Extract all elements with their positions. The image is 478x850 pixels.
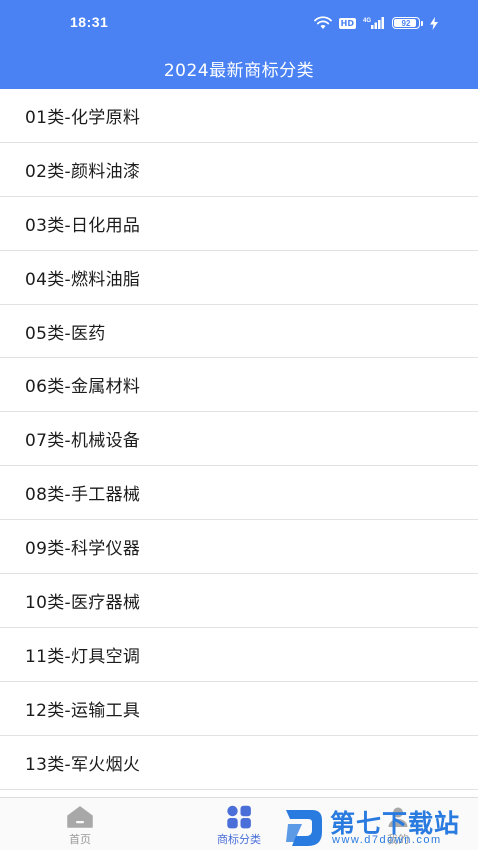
list-item[interactable]: 12类-运输工具	[0, 682, 478, 736]
tab-home[interactable]: 首页	[20, 798, 140, 850]
tab-home-label: 首页	[69, 833, 91, 846]
watermark-url: www.d7down.com	[332, 834, 442, 846]
list-item[interactable]: 09类-科学仪器	[0, 520, 478, 575]
page-title: 2024最新商标分类	[163, 61, 315, 81]
app-header: 18:31 HD 4G 92 2024最新商标分类	[0, 0, 478, 89]
list-item[interactable]: 04类-燃料油脂	[0, 251, 478, 305]
list-item-label: 03类-日化用品	[25, 215, 141, 236]
signal-icon: 4G	[363, 16, 385, 30]
status-time: 18:31	[70, 14, 109, 30]
list-item-label: 10类-医疗器械	[25, 592, 141, 613]
status-icons: HD 4G 92	[313, 15, 438, 31]
tab-categories-label: 商标分类	[217, 833, 261, 846]
charging-icon	[430, 16, 438, 30]
status-bar: 18:31 HD 4G 92	[0, 0, 478, 46]
list-item-label: 09类-科学仪器	[25, 539, 141, 560]
list-item[interactable]: 07类-机械设备	[0, 412, 478, 467]
list-item[interactable]: 05类-医药	[0, 305, 478, 359]
list-item[interactable]: 08类-手工器械	[0, 466, 478, 521]
watermark: 第七下载站 www.d7down.com	[282, 800, 478, 850]
list-item-label: 12类-运输工具	[25, 700, 141, 721]
list-item[interactable]: 02类-颜料油漆	[0, 143, 478, 197]
list-item[interactable]: 10类-医疗器械	[0, 574, 478, 628]
list-item-label: 07类-机械设备	[25, 431, 141, 452]
list-item[interactable]: 06类-金属材料	[0, 358, 478, 413]
list-item-label: 06类-金属材料	[25, 377, 141, 398]
list-item[interactable]: 03类-日化用品	[0, 197, 478, 251]
list-item[interactable]: 11类-灯具空调	[0, 628, 478, 682]
svg-text:4G: 4G	[363, 18, 371, 24]
list-item-label: 13类-军火烟火	[25, 754, 141, 775]
hd-badge: HD	[338, 17, 356, 29]
watermark-logo	[282, 802, 326, 850]
list-item[interactable]: 13类-军火烟火	[0, 736, 478, 790]
list-item-label: 01类-化学原料	[25, 107, 141, 128]
home-icon	[67, 806, 93, 828]
list-item-label: 04类-燃料油脂	[25, 269, 141, 290]
list-item-label: 02类-颜料油漆	[25, 161, 141, 182]
list-item-label: 05类-医药	[25, 323, 106, 344]
battery-indicator: 92	[392, 17, 423, 29]
list-item-label: 11类-灯具空调	[25, 646, 141, 667]
category-list: 01类-化学原料 02类-颜料油漆 03类-日化用品 04类-燃料油脂 05类-…	[0, 89, 478, 797]
list-item-label: 08类-手工器械	[25, 485, 141, 506]
battery-percent: 92	[401, 18, 411, 28]
tab-categories[interactable]: 商标分类	[179, 798, 299, 850]
list-item[interactable]: 01类-化学原料	[0, 89, 478, 143]
grid-icon	[226, 805, 252, 829]
wifi-icon	[313, 16, 332, 30]
